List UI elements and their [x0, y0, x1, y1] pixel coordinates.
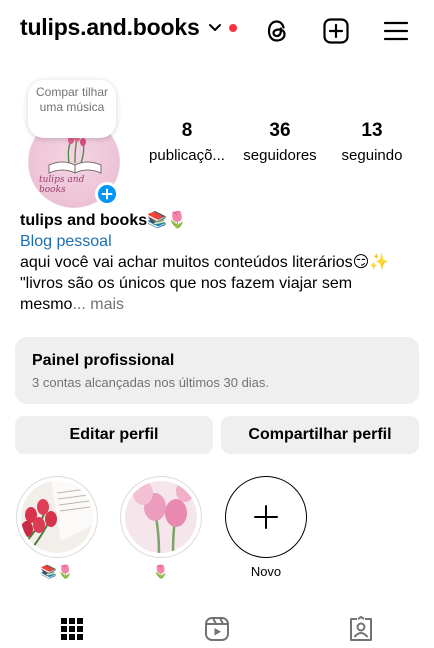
highlight-cover	[21, 481, 93, 553]
share-profile-button[interactable]: Compartilhar perfil	[221, 416, 419, 454]
account-switcher[interactable]: tulips.and.books	[20, 14, 237, 41]
notification-dot	[228, 23, 237, 32]
highlight-ring	[120, 476, 202, 558]
stat-value: 36	[269, 120, 291, 141]
reels-tab[interactable]	[202, 614, 232, 644]
tagged-tab[interactable]	[346, 614, 376, 644]
stat-value: 8	[181, 120, 193, 141]
professional-dashboard[interactable]: Painel profissional 3 contas alcançadas …	[15, 337, 419, 404]
bio-line-last: mesmo... mais	[20, 294, 420, 315]
panel-title: Painel profissional	[32, 352, 175, 369]
tagged-icon	[350, 616, 372, 641]
posts-grid-tab[interactable]	[57, 614, 87, 644]
highlight-cover	[125, 481, 197, 553]
category-label[interactable]: Blog pessoal	[20, 231, 420, 252]
top-bar: tulips.and.books	[0, 0, 434, 62]
new-highlight[interactable]: Novo	[225, 476, 307, 580]
threads-icon[interactable]	[263, 17, 291, 45]
highlight-item[interactable]: 📚🌷	[16, 476, 98, 580]
edit-profile-button[interactable]: Editar perfil	[15, 416, 213, 454]
plus-icon	[101, 188, 113, 200]
display-name: tulips and books📚🌷	[20, 212, 187, 229]
stat-label: publicaçõ...	[149, 147, 225, 164]
add-story-button[interactable]	[95, 182, 119, 206]
stat-value: 13	[361, 120, 383, 141]
new-highlight-ring	[225, 476, 307, 558]
stat-label: seguindo	[341, 147, 403, 164]
panel-subtitle: 3 contas alcançadas nos últimos 30 dias.	[32, 375, 270, 390]
stat-label: seguidores	[243, 147, 317, 164]
grid-icon	[61, 618, 83, 640]
note-bubble[interactable]: Compar tilhar uma música	[28, 80, 116, 138]
bio-line: "livros são os únicos que nos fazem viaj…	[20, 275, 353, 292]
create-icon[interactable]	[322, 17, 350, 45]
reels-icon	[205, 617, 229, 641]
plus-icon	[254, 505, 278, 529]
highlight-item[interactable]: 🌷	[120, 476, 202, 580]
following-count[interactable]: 13 seguindo	[336, 120, 408, 166]
profile-bio: tulips and books📚🌷 Blog pessoal aqui voc…	[20, 210, 420, 315]
posts-count[interactable]: 8 publicaçõ...	[146, 120, 228, 166]
bio-text: mesmo	[20, 296, 73, 313]
chevron-down-icon	[208, 20, 222, 38]
username-title: tulips.and.books	[20, 14, 200, 40]
menu-icon[interactable]	[382, 17, 410, 45]
bio-line: aqui você vai achar muitos conteúdos lit…	[20, 254, 390, 271]
more-link[interactable]: ... mais	[72, 296, 124, 313]
highlight-label: 📚🌷	[40, 564, 74, 579]
highlight-label: Novo	[250, 564, 282, 579]
highlight-label: 🌷	[152, 564, 170, 579]
followers-count[interactable]: 36 seguidores	[238, 120, 322, 166]
highlight-ring	[16, 476, 98, 558]
